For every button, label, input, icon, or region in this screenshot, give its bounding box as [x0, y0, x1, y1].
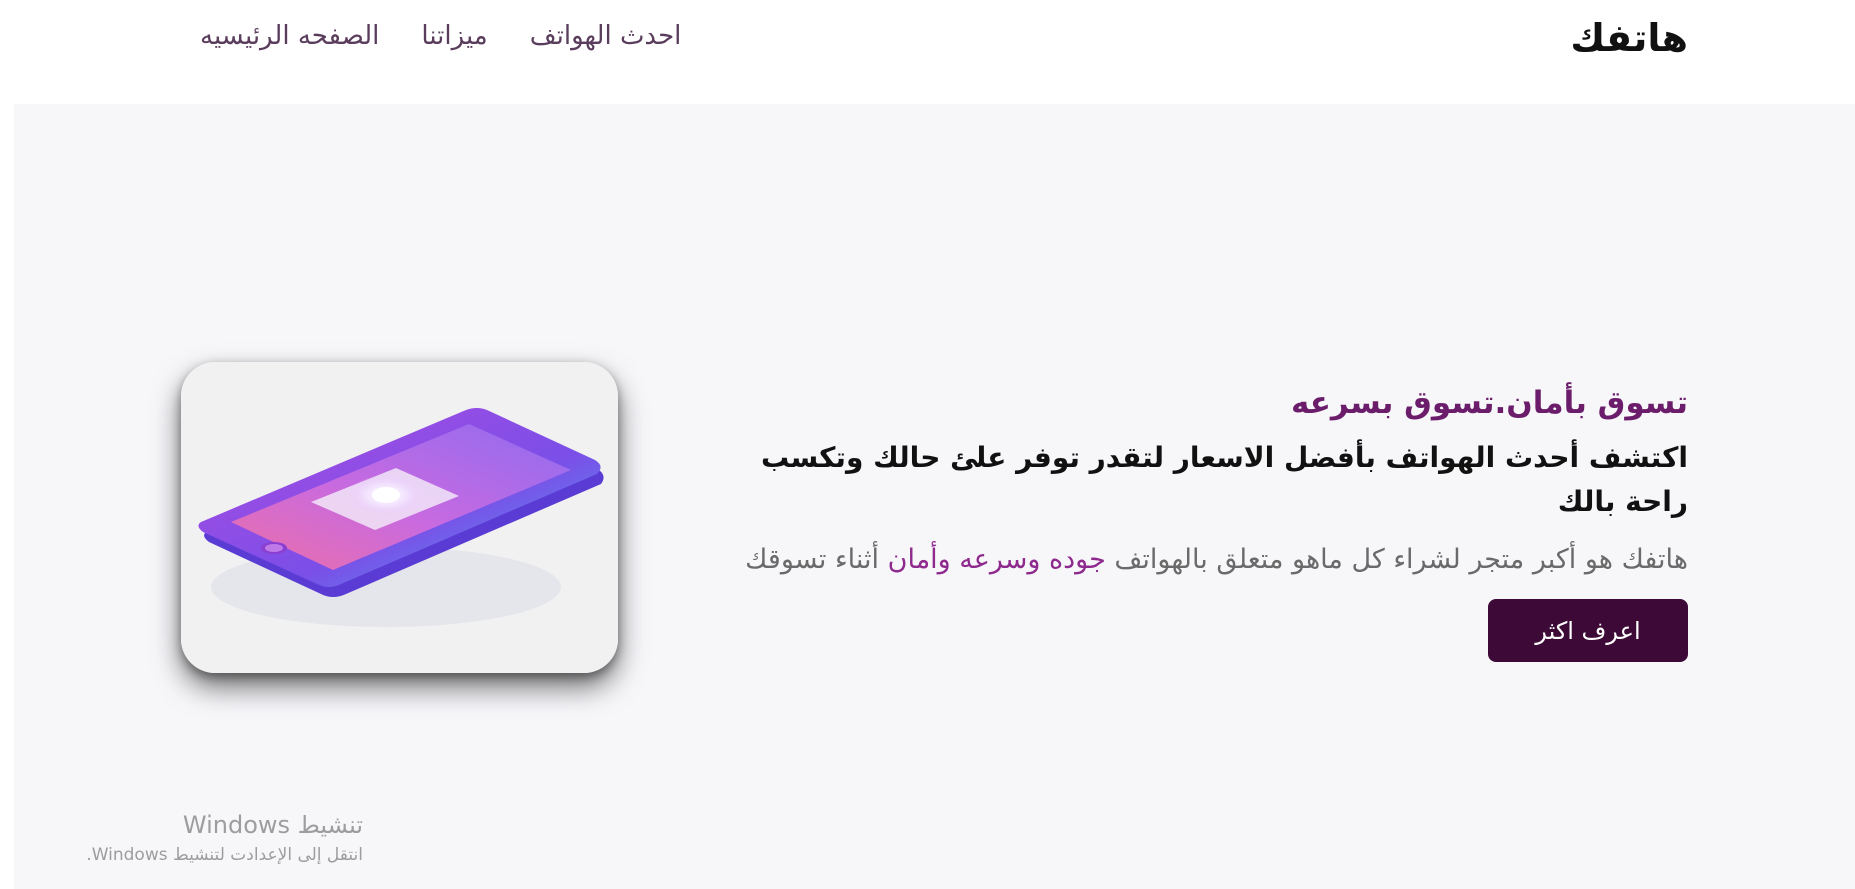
description-text-start: هاتفك هو أكبر متجر لشراء كل ماهو متعلق ب…	[1105, 544, 1688, 575]
windows-activation-title: تنشيط Windows	[182, 811, 363, 839]
learn-more-button[interactable]: اعرف اكثر	[1488, 599, 1688, 662]
hero-tagline: تسوق بأمان.تسوق بسرعه	[1290, 385, 1688, 421]
hero-headline: اكتشف أحدث الهواتف بأفضل الاسعار لتقدر ت…	[761, 441, 1688, 518]
navbar: هاتفك الصفحه الرئيسيه ميزاتنا احدث الهوا…	[0, 0, 1855, 104]
nav-link-home[interactable]: الصفحه الرئيسيه	[200, 16, 379, 56]
windows-activation-watermark: تنشيط Windows انتقل إلى الإعدادت لتنشيط …	[60, 808, 363, 868]
windows-activation-subtitle: انتقل إلى الإعدادت لتنشيط Windows.	[86, 845, 363, 865]
description-text-end: أثناء تسوقك	[745, 544, 888, 575]
nav-link-features[interactable]: ميزاتنا	[421, 16, 487, 56]
brand-logo[interactable]: هاتفك	[1570, 10, 1688, 66]
description-highlight: جوده وسرعه وأمان	[887, 544, 1106, 575]
nav-links: الصفحه الرئيسيه ميزاتنا احدث الهواتف	[200, 16, 681, 56]
smartphone-illustration-icon	[181, 362, 618, 673]
hero-text: تسوق بأمان.تسوق بسرعه اكتشف أحدث الهواتف…	[728, 380, 1688, 582]
nav-link-latest-phones[interactable]: احدث الهواتف	[530, 16, 682, 56]
hero-description: هاتفك هو أكبر متجر لشراء كل ماهو متعلق ب…	[728, 538, 1688, 582]
